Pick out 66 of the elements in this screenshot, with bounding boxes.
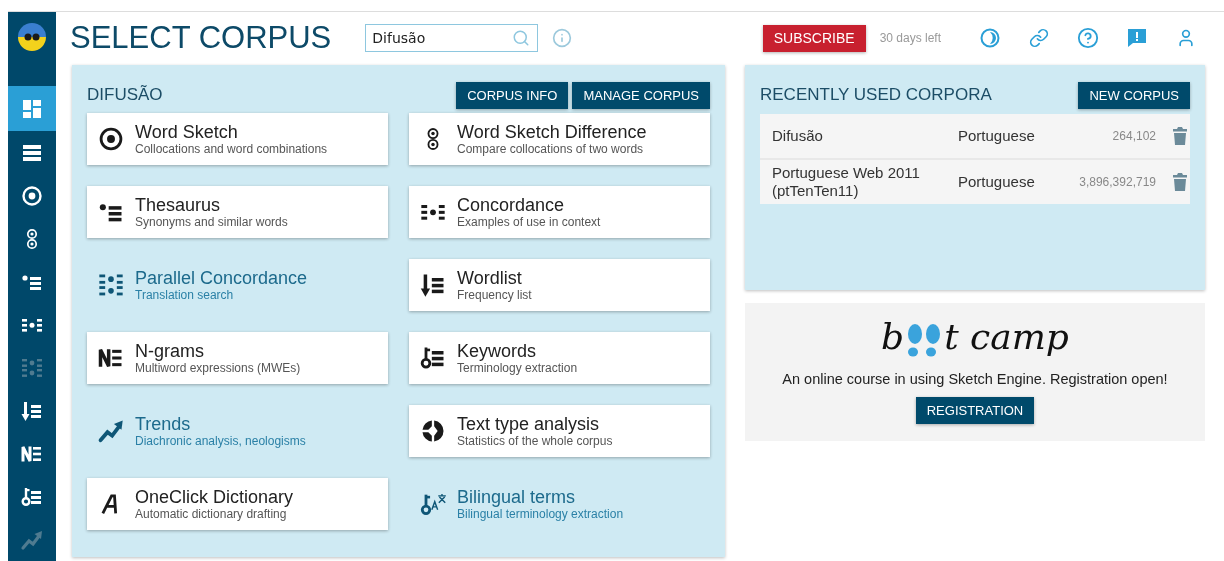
target-icon bbox=[97, 125, 125, 153]
tool-title: N-grams bbox=[135, 341, 205, 361]
target-icon bbox=[20, 183, 44, 208]
tool-card[interactable]: Wordlist Frequency list bbox=[409, 259, 710, 311]
tool-title: Text type analysis bbox=[457, 414, 601, 434]
tool-title: Trends bbox=[135, 414, 192, 434]
tool-title: Keywords bbox=[457, 341, 538, 361]
tool-title: Concordance bbox=[457, 195, 566, 215]
tool-description: Terminology extraction bbox=[457, 360, 578, 375]
tool-card[interactable]: Keywords Terminology extraction bbox=[409, 332, 710, 384]
corpus-action-button[interactable]: MANAGE CORPUS bbox=[572, 81, 710, 109]
tool-description: Frequency list bbox=[457, 287, 532, 302]
tool-title: OneClick Dictionary bbox=[135, 487, 294, 507]
tool-description: Automatic dictionary drafting bbox=[135, 506, 287, 521]
corpus-name-cell[interactable]: Portuguese Web 2011 (ptTenTen11) bbox=[760, 164, 946, 200]
tool-description: Bilingual terminology extraction bbox=[457, 506, 624, 521]
search-icon[interactable] bbox=[512, 29, 531, 47]
language-cell-text: Portuguese bbox=[957, 173, 1036, 191]
help-icon[interactable] bbox=[1076, 27, 1099, 49]
panel-title: RECENTLY USED CORPORA bbox=[760, 85, 993, 105]
size-cell-text: 264,102 bbox=[1111, 129, 1156, 143]
tool-card[interactable]: Text type analysis Statistics of the whole corpus bbox=[409, 405, 710, 457]
language-cell-text: Portuguese bbox=[957, 127, 1036, 145]
tool-title: Thesaurus bbox=[135, 195, 222, 215]
corpus-action-button[interactable]: CORPUS INFO bbox=[456, 81, 569, 109]
tool-link[interactable]: Parallel Concordance Translation search bbox=[87, 259, 388, 311]
subscribe-button[interactable]: SUBSCRIBE bbox=[762, 24, 866, 52]
tool-link[interactable]: Bilingual terms Bilingual terminology extraction bbox=[409, 478, 710, 530]
tool-card[interactable]: Concordance Examples of use in context bbox=[409, 186, 710, 238]
tool-description: Collocations and word combinations bbox=[135, 141, 328, 156]
tool-description: Multiword expressions (MWEs) bbox=[135, 360, 301, 375]
tool-description: Compare collocations of two words bbox=[457, 141, 645, 156]
tool-card[interactable]: Thesaurus Synonyms and similar words bbox=[87, 186, 388, 238]
new-corpus-button[interactable]: NEW CORPUS bbox=[1078, 81, 1190, 109]
tool-description: Synonyms and similar words bbox=[135, 214, 288, 229]
tool-title: Wordlist bbox=[457, 268, 523, 288]
trial-text: 30 days left bbox=[879, 31, 941, 45]
tool-description: Translation search bbox=[135, 287, 235, 302]
link-icon[interactable] bbox=[1028, 28, 1049, 48]
tool-title: Word Sketch Difference bbox=[457, 122, 647, 142]
logo-text: t camp bbox=[944, 317, 1069, 357]
logo-icon[interactable] bbox=[17, 22, 47, 52]
registration-button[interactable]: REGISTRATION bbox=[915, 397, 1035, 424]
panel-title: DIFUSÃO bbox=[87, 85, 164, 105]
search-field[interactable]: Difusão bbox=[365, 24, 539, 52]
half-moon-icon[interactable] bbox=[979, 28, 1000, 48]
tool-description: Examples of use in context bbox=[457, 214, 601, 229]
corpus-name-cell[interactable]: Difusão bbox=[760, 127, 946, 145]
trash-icon[interactable] bbox=[1172, 172, 1188, 192]
tool-card[interactable]: Word Sketch Collocations and word combinations bbox=[87, 113, 388, 165]
tool-card[interactable]: OneClick Dictionary Automatic dictionary drafting bbox=[87, 478, 388, 530]
tool-title: Bilingual terms bbox=[457, 487, 577, 507]
logo-text: b bbox=[881, 317, 905, 357]
page-title: SELECT CORPUS bbox=[70, 20, 332, 56]
tool-description: Statistics of the whole corpus bbox=[457, 433, 613, 448]
tool-card[interactable]: N-grams Multiword expressions (MWEs) bbox=[87, 332, 388, 384]
size-cell-text: 3,896,392,719 bbox=[1078, 175, 1156, 189]
feedback-icon[interactable] bbox=[1126, 28, 1147, 48]
tool-card[interactable]: Word Sketch Difference Compare collocations of two words bbox=[409, 113, 710, 165]
trash-icon[interactable] bbox=[1172, 126, 1188, 146]
tool-title: Parallel Concordance bbox=[135, 268, 308, 288]
info-icon[interactable] bbox=[552, 28, 573, 48]
tool-description: Diachronic analysis, neologisms bbox=[135, 433, 306, 448]
tool-link[interactable]: Trends Diachronic analysis, neologisms bbox=[87, 405, 388, 457]
tool-title: Word Sketch bbox=[135, 122, 239, 142]
bootcamp-text: An online course in using Sketch Engine. Registration open! bbox=[782, 371, 1168, 387]
